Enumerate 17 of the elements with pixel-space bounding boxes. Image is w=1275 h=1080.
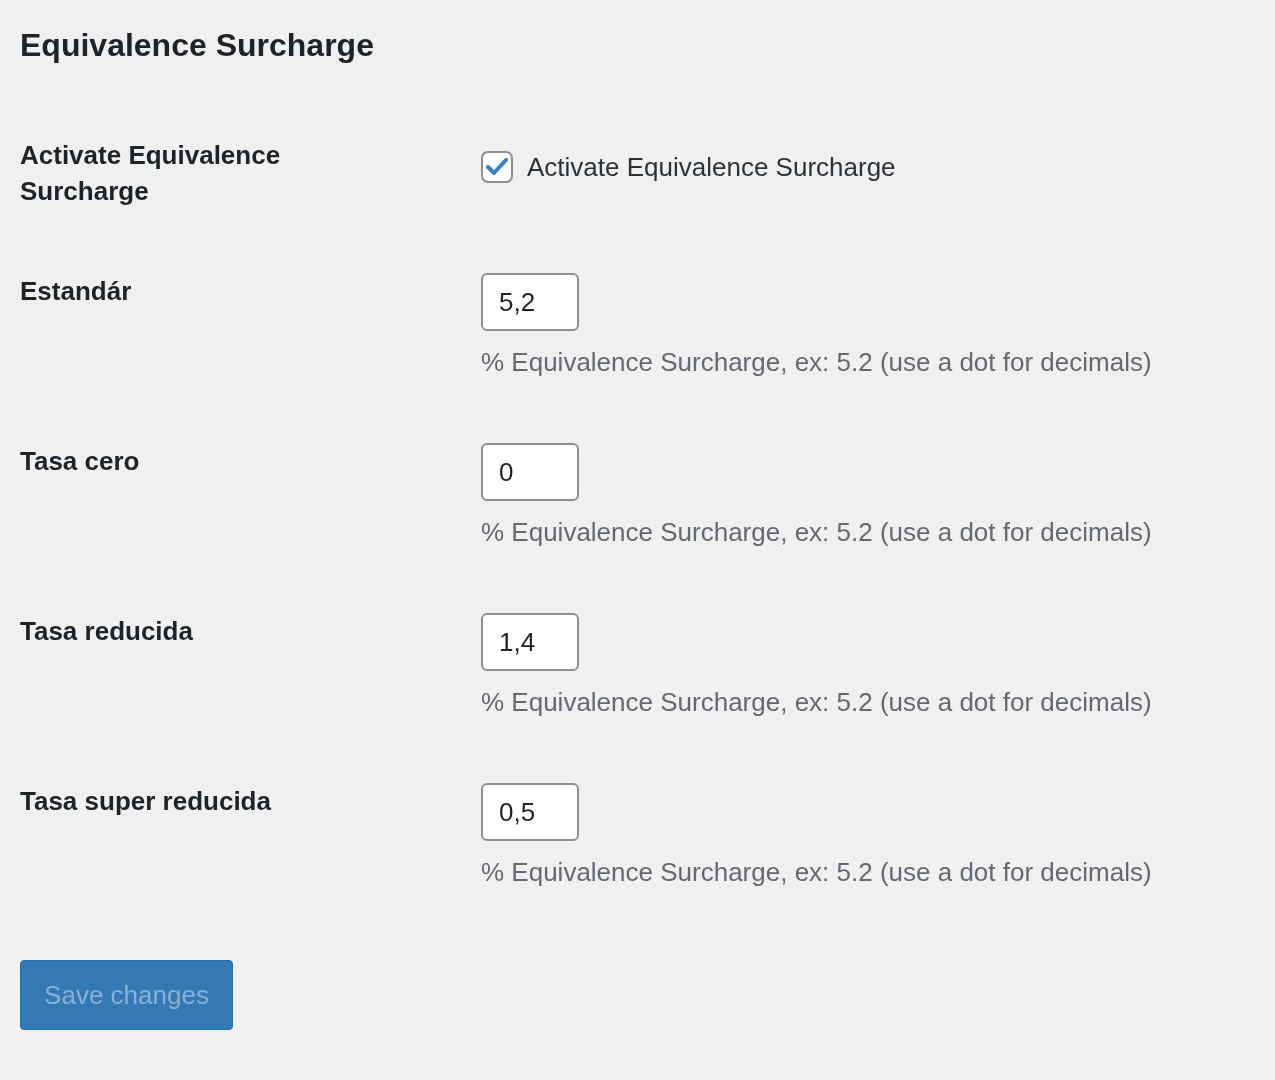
setting-label: Tasa cero (20, 445, 141, 478)
field-description: % Equivalence Surcharge, ex: 5.2 (use a dot for decimals) (481, 856, 1152, 889)
checkbox[interactable] (481, 151, 513, 183)
input-field[interactable]: 5,2 (481, 273, 579, 331)
field-description: % Equivalence Surcharge, ex: 5.2 (use a dot for decimals) (481, 686, 1152, 719)
setting-label: Tasa super reducida (20, 785, 272, 818)
setting-label: Estandár (20, 275, 133, 308)
checkbox-label: Activate Equivalence Surcharge (527, 151, 896, 183)
setting-label: Activate Equivalence Surcharge (20, 139, 282, 208)
check-icon (486, 158, 508, 176)
input-field[interactable]: 1,4 (481, 613, 579, 671)
setting-label: Tasa reducida (20, 615, 194, 648)
field-description: % Equivalence Surcharge, ex: 5.2 (use a dot for decimals) (481, 516, 1152, 549)
input-field[interactable]: 0 (481, 443, 579, 501)
page-title: Equivalence Surcharge (20, 26, 374, 64)
field-description: % Equivalence Surcharge, ex: 5.2 (use a dot for decimals) (481, 346, 1152, 379)
input-field[interactable]: 0,5 (481, 783, 579, 841)
